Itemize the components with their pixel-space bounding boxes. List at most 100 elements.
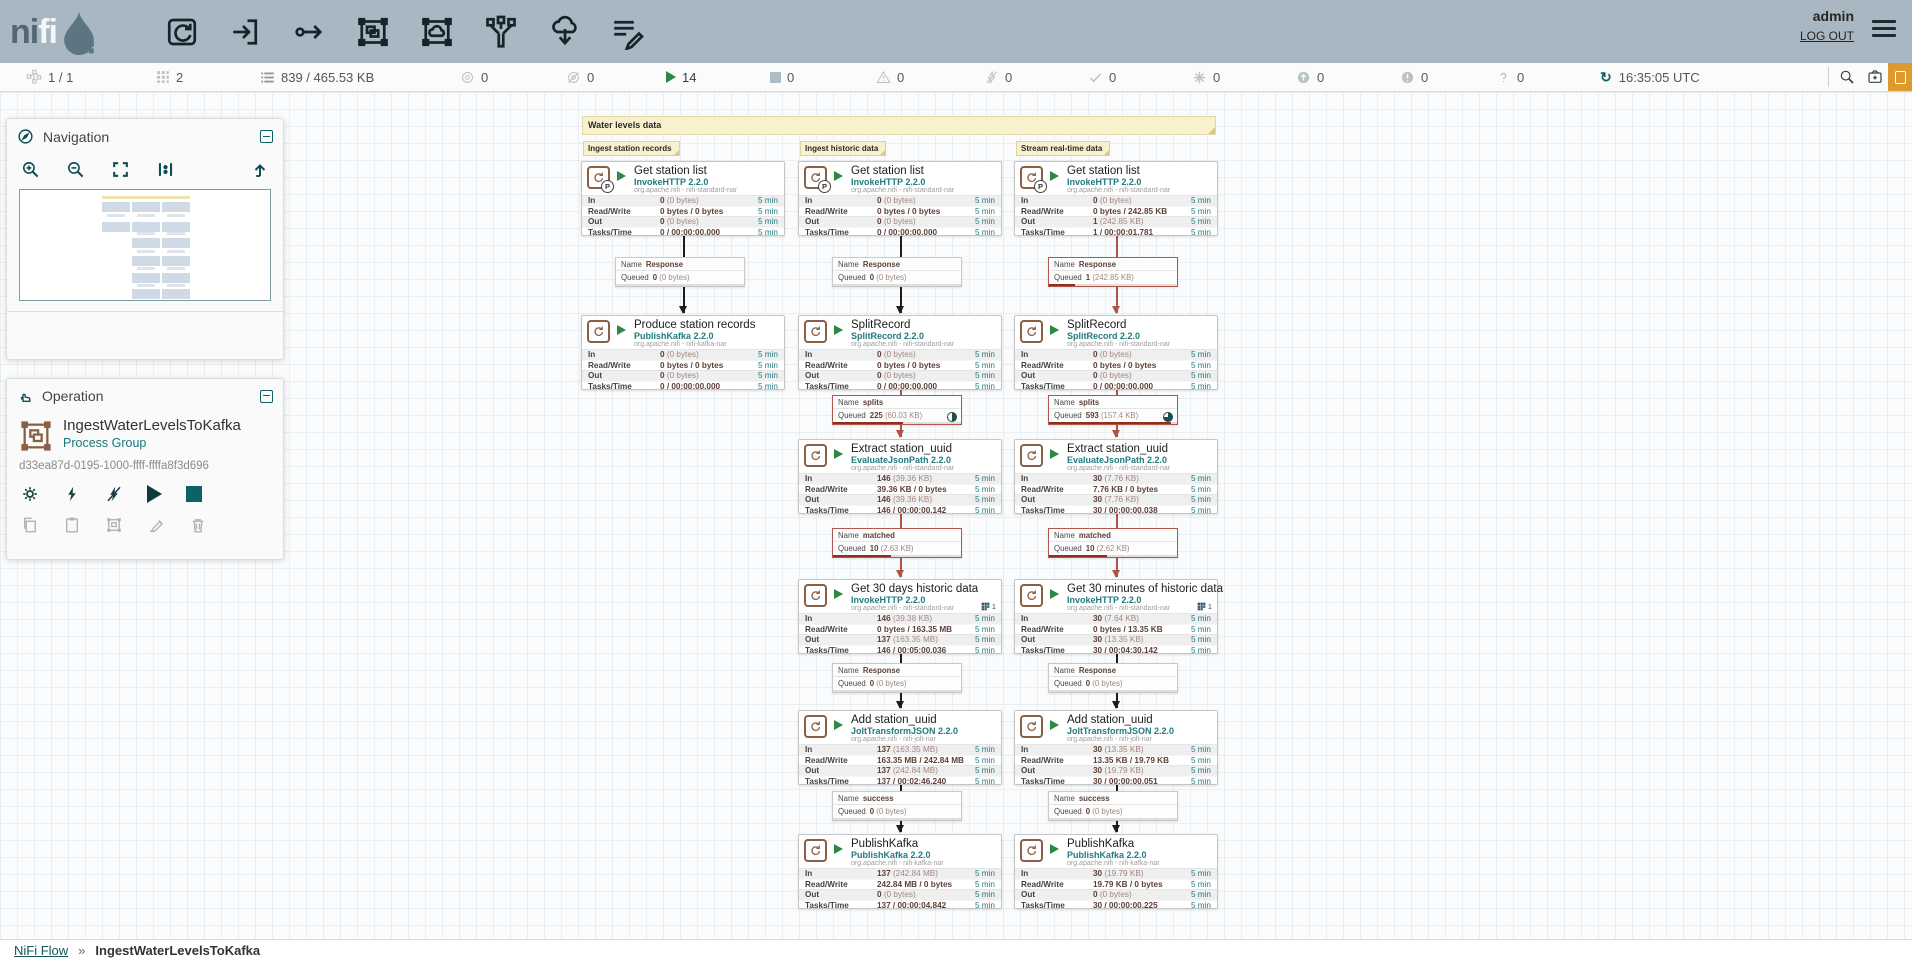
backpressure-track [833, 422, 961, 424]
connection-label[interactable]: NameResponseQueued0 (0 bytes) [615, 257, 745, 287]
status-value: 0 [1213, 70, 1220, 85]
stat-value: 0 / 00:00:00.000 [660, 382, 720, 393]
connection-label[interactable]: NameResponseQueued0 (0 bytes) [832, 257, 962, 287]
status-up-to-date: 0 [1088, 63, 1116, 91]
enable-button[interactable] [63, 485, 81, 503]
processor[interactable]: SplitRecordSplitRecord 2.2.0org.apache.n… [1014, 315, 1218, 390]
processor-stat-row: Out0 (0 bytes)5 min [799, 216, 1001, 227]
logout-link[interactable]: LOG OUT [1800, 29, 1854, 43]
not-transmitting-icon [566, 70, 581, 85]
paste-button[interactable] [63, 516, 81, 534]
flow-capture-icon[interactable] [1862, 63, 1888, 91]
connection-label[interactable]: NamematchedQueued10 (2.63 KB) [832, 528, 962, 558]
remote-process-group-icon[interactable] [415, 10, 459, 54]
flow-label[interactable]: Water levels data [582, 116, 1216, 135]
connection-label[interactable]: NamematchedQueued10 (2.62 KB) [1048, 528, 1178, 558]
group-tag-label[interactable]: Ingest station records [583, 141, 680, 156]
zoom-actual-button[interactable] [156, 160, 175, 179]
input-port-icon[interactable] [224, 10, 268, 54]
processor[interactable]: SplitRecordSplitRecord 2.2.0org.apache.n… [798, 315, 1002, 390]
status-locally-modified-stale: 0 [1400, 63, 1428, 91]
connection-arrow-icon [679, 306, 687, 314]
label-icon[interactable] [605, 10, 649, 54]
output-port-icon[interactable] [287, 10, 331, 54]
zoom-out-button[interactable] [66, 160, 85, 179]
processor[interactable]: Add station_uuidJoltTransformJSON 2.2.0o… [798, 710, 1002, 785]
stat-window: 5 min [1191, 228, 1211, 239]
stat-label: Out [1021, 635, 1035, 644]
funnel-icon[interactable] [479, 10, 523, 54]
processor[interactable]: Extract station_uuidEvaluateJsonPath 2.2… [1014, 439, 1218, 514]
birdseye-minimap[interactable] [19, 189, 271, 301]
processor[interactable]: Add station_uuidJoltTransformJSON 2.2.0o… [1014, 710, 1218, 785]
status-pg-count: 2 [156, 63, 183, 91]
connection-label[interactable]: NameResponseQueued1 (242.85 KB) [1048, 257, 1178, 287]
processor[interactable]: Produce station recordsPublishKafka 2.2.… [581, 315, 785, 390]
navigation-collapse-button[interactable] [260, 130, 273, 143]
group-tag-label[interactable]: Stream real-time data [1016, 141, 1110, 156]
connection-label[interactable]: NamesplitsQueued225 (60.03 KB) [832, 395, 962, 425]
stat-label: Out [1021, 766, 1035, 775]
processor-name: SplitRecord [851, 319, 910, 331]
copy-button[interactable] [21, 516, 39, 534]
connection-label[interactable]: NamesplitsQueued593 (157.4 KB) [1048, 395, 1178, 425]
configure-button[interactable] [21, 485, 39, 503]
stat-label: Read/Write [1021, 485, 1064, 494]
stale-icon [1296, 70, 1311, 85]
processor[interactable]: Get 30 minutes of historic dataInvokeHTT… [1014, 579, 1218, 654]
processor[interactable]: PGet station listInvokeHTTP 2.2.0org.apa… [798, 161, 1002, 236]
status-value: 0 [1317, 70, 1324, 85]
running-state-icon [1050, 844, 1059, 854]
connection-arrow-icon [1112, 430, 1120, 438]
processor[interactable]: PublishKafkaPublishKafka 2.2.0org.apache… [798, 834, 1002, 909]
operation-collapse-button[interactable] [260, 390, 273, 403]
stop-button[interactable] [186, 486, 202, 502]
start-button[interactable] [147, 485, 162, 503]
processor[interactable]: PGet station listInvokeHTTP 2.2.0org.apa… [581, 161, 785, 236]
group-button[interactable] [105, 516, 123, 534]
zoom-fit-button[interactable] [111, 160, 130, 179]
minimap-processor [132, 222, 160, 232]
global-menu-icon[interactable] [1872, 20, 1896, 40]
connection-label[interactable]: NamesuccessQueued0 (0 bytes) [1048, 791, 1178, 821]
backpressure-fill [1049, 555, 1107, 557]
cluster-icon [26, 69, 42, 85]
connection-label[interactable]: NameResponseQueued0 (0 bytes) [1048, 663, 1178, 693]
processor-icon[interactable] [160, 10, 204, 54]
processor[interactable]: PGet station listInvokeHTTP 2.2.0org.apa… [1014, 161, 1218, 236]
minimap-processor [162, 222, 190, 232]
processor-stat-row: Tasks/Time137 / 00:02:46.2405 min [799, 776, 1001, 787]
processor-stat-row: Tasks/Time30 / 00:04:30.1425 min [1015, 645, 1217, 656]
processor[interactable]: PublishKafkaPublishKafka 2.2.0org.apache… [1014, 834, 1218, 909]
template-icon[interactable] [543, 10, 587, 54]
processor-bundle: org.apache.nifi - nifi-standard-nar [851, 465, 954, 472]
status-cluster: 1 / 1 [26, 63, 73, 91]
go-to-parent-button[interactable] [251, 161, 269, 179]
connection-label[interactable]: NameResponseQueued0 (0 bytes) [832, 663, 962, 693]
processor-stat-row: Read/Write7.76 KB / 0 bytes5 min [1015, 484, 1217, 495]
stat-value: 137 / 00:02:46.240 [877, 777, 946, 788]
processor-stat-row: Out137 (163.35 MB)5 min [799, 634, 1001, 645]
flow-canvas[interactable]: Water levels data Ingest station records N… [0, 92, 1912, 939]
refresh-icon[interactable]: ↻ [1600, 69, 1612, 86]
breadcrumb-root-link[interactable]: NiFi Flow [14, 943, 68, 958]
connection-queued-value: 0 (0 bytes) [870, 807, 907, 816]
processor[interactable]: Extract station_uuidEvaluateJsonPath 2.2… [798, 439, 1002, 514]
processor-stat-row: Tasks/Time0 / 00:00:00.0005 min [582, 381, 784, 392]
search-icon[interactable] [1834, 63, 1860, 91]
connection-label[interactable]: NamesuccessQueued0 (0 bytes) [832, 791, 962, 821]
primary-node-badge: P [1034, 180, 1047, 193]
color-button[interactable] [147, 516, 165, 534]
zoom-in-button[interactable] [21, 160, 40, 179]
status-value: 1 / 1 [48, 70, 73, 85]
process-group-icon[interactable] [351, 10, 395, 54]
group-tag-label[interactable]: Ingest historic data [800, 141, 886, 156]
bulletin-button[interactable] [1888, 63, 1912, 91]
delete-button[interactable] [189, 516, 207, 534]
processor-stat-row: In0 (0 bytes)5 min [1015, 195, 1217, 206]
connection-arrow-icon [896, 306, 904, 314]
stat-label: Tasks/Time [1021, 228, 1065, 237]
disable-button[interactable] [105, 485, 123, 503]
stat-window: 5 min [975, 901, 995, 912]
processor[interactable]: Get 30 days historic dataInvokeHTTP 2.2.… [798, 579, 1002, 654]
